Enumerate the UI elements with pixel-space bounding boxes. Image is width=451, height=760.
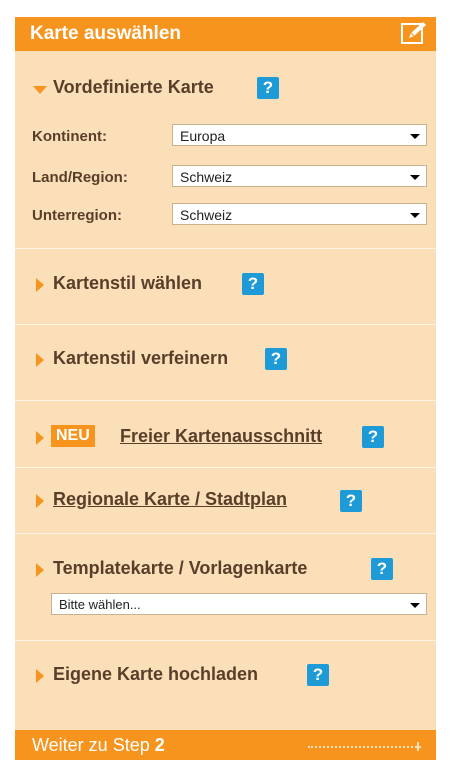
- chevron-down-icon: [410, 213, 420, 218]
- new-badge: NEU: [51, 425, 95, 447]
- divider: [15, 248, 436, 249]
- next-step-button[interactable]: Weiter zu Step 2: [15, 730, 436, 760]
- help-icon[interactable]: ?: [340, 490, 362, 512]
- country-select-value: Schweiz: [180, 169, 233, 185]
- template-select-value: Bitte wählen...: [59, 597, 141, 612]
- step-number: 2: [154, 735, 165, 755]
- dotted-arrow-icon: [308, 746, 421, 748]
- caret-down-icon[interactable]: [33, 86, 47, 94]
- continent-label: Kontinent:: [32, 128, 107, 145]
- divider: [15, 467, 436, 468]
- caret-right-icon[interactable]: [36, 563, 44, 577]
- subregion-select-value: Schweiz: [180, 207, 233, 223]
- section-title[interactable]: Templatekarte / Vorlagenkarte: [53, 558, 307, 579]
- caret-right-icon[interactable]: [36, 669, 44, 683]
- regional-map-link[interactable]: Regionale Karte / Stadtplan: [53, 489, 287, 509]
- help-icon[interactable]: ?: [362, 426, 384, 448]
- caret-right-icon[interactable]: [36, 278, 44, 292]
- section-title[interactable]: Kartenstil wählen: [53, 273, 202, 294]
- help-icon[interactable]: ?: [265, 348, 287, 370]
- divider: [15, 324, 436, 325]
- chevron-down-icon: [410, 603, 420, 608]
- section-title-link[interactable]: Freier Kartenausschnitt: [120, 426, 322, 447]
- template-select[interactable]: Bitte wählen...: [51, 593, 427, 615]
- caret-right-icon[interactable]: [36, 353, 44, 367]
- country-select[interactable]: Schweiz: [172, 165, 427, 187]
- free-map-cutout-link[interactable]: Freier Kartenausschnitt: [120, 426, 322, 446]
- help-icon[interactable]: ?: [257, 77, 279, 99]
- continent-select-value: Europa: [180, 128, 226, 144]
- caret-right-icon[interactable]: [36, 494, 44, 508]
- divider: [15, 640, 436, 641]
- continent-select[interactable]: Europa: [172, 124, 427, 146]
- panel-title: Karte auswählen: [30, 23, 181, 44]
- chevron-down-icon: [410, 175, 420, 180]
- divider: [15, 533, 436, 534]
- subregion-label: Unterregion:: [32, 207, 122, 224]
- map-selection-panel: Karte auswählen Vordefinierte Karte ? Ko…: [15, 17, 436, 760]
- section-title-link[interactable]: Regionale Karte / Stadtplan: [53, 489, 287, 510]
- edit-pencil-icon[interactable]: [401, 21, 427, 45]
- section-title[interactable]: Vordefinierte Karte: [53, 77, 214, 98]
- next-step-label: Weiter zu Step 2: [32, 735, 165, 756]
- panel-header: Karte auswählen: [15, 17, 436, 51]
- country-label: Land/Region:: [32, 169, 128, 186]
- chevron-down-icon: [410, 134, 420, 139]
- next-step-text: Weiter zu Step: [32, 735, 150, 755]
- section-title[interactable]: Kartenstil verfeinern: [53, 348, 228, 369]
- help-icon[interactable]: ?: [371, 558, 393, 580]
- caret-right-icon[interactable]: [36, 431, 44, 445]
- divider: [15, 400, 436, 401]
- section-title[interactable]: Eigene Karte hochladen: [53, 664, 258, 685]
- help-icon[interactable]: ?: [242, 273, 264, 295]
- subregion-select[interactable]: Schweiz: [172, 203, 427, 225]
- help-icon[interactable]: ?: [307, 664, 329, 686]
